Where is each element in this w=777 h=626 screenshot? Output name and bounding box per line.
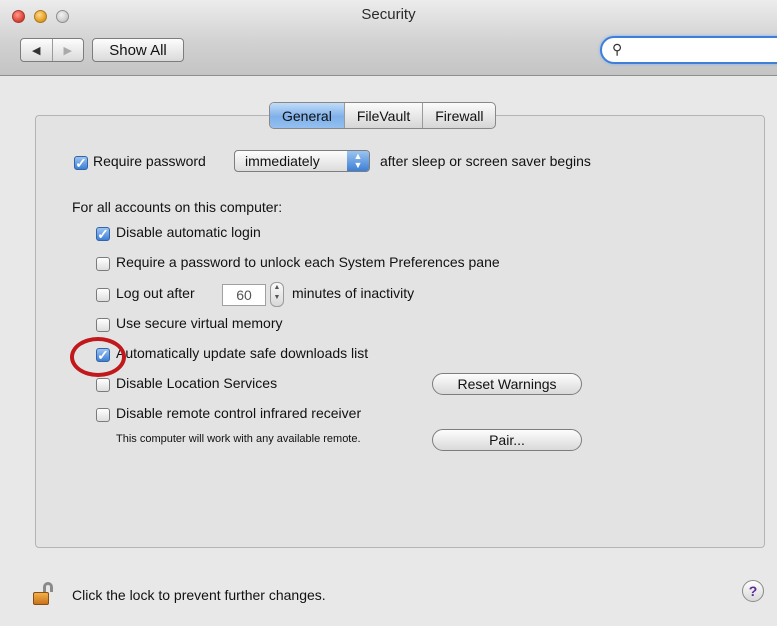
logout-minutes-stepper[interactable]: ▲ ▼ bbox=[270, 282, 284, 307]
lock-icon[interactable] bbox=[33, 582, 53, 605]
tab-general[interactable]: General bbox=[270, 103, 344, 128]
search-field[interactable]: ⚲ bbox=[600, 36, 777, 64]
disable-location-checkbox[interactable] bbox=[96, 378, 110, 392]
tab-bar: General FileVault Firewall bbox=[269, 102, 497, 129]
all-accounts-heading: For all accounts on this computer: bbox=[72, 199, 283, 215]
window-title: Security bbox=[361, 6, 416, 23]
disable-ir-checkbox[interactable] bbox=[96, 408, 110, 422]
require-pw-prefs-checkbox[interactable] bbox=[96, 257, 110, 271]
logout-after-suffix: minutes of inactivity bbox=[292, 285, 415, 301]
password-delay-value: immediately bbox=[245, 153, 320, 169]
forward-icon[interactable]: ▶ bbox=[53, 39, 84, 61]
require-pw-prefs-label: Require a password to unlock each System… bbox=[116, 254, 500, 270]
auto-update-downloads-label: Automatically update safe downloads list bbox=[116, 345, 369, 361]
logout-after-label: Log out after bbox=[116, 285, 195, 301]
search-icon: ⚲ bbox=[612, 41, 623, 57]
password-delay-popup[interactable]: immediately ▲ ▼ bbox=[234, 150, 370, 172]
highlight-ring bbox=[70, 337, 126, 377]
help-button[interactable]: ? bbox=[742, 580, 764, 602]
popup-arrows-icon: ▲ ▼ bbox=[347, 151, 369, 171]
disable-ir-label: Disable remote control infrared receiver bbox=[116, 405, 362, 421]
back-forward-control: ◀ ▶ bbox=[20, 38, 84, 62]
tab-firewall[interactable]: Firewall bbox=[422, 103, 495, 128]
require-password-suffix: after sleep or screen saver begins bbox=[380, 153, 591, 169]
disable-location-label: Disable Location Services bbox=[116, 375, 278, 391]
preferences-panel bbox=[35, 115, 765, 548]
pair-button[interactable]: Pair... bbox=[432, 429, 582, 451]
reset-warnings-button[interactable]: Reset Warnings bbox=[432, 373, 582, 395]
disable-auto-login-label: Disable automatic login bbox=[116, 224, 261, 240]
require-password-label: Require password bbox=[93, 153, 206, 169]
title-bar: Security ◀ ▶ Show All ⚲ bbox=[0, 0, 777, 76]
ir-note: This computer will work with any availab… bbox=[116, 433, 361, 445]
disable-auto-login-checkbox[interactable]: ✓ bbox=[96, 227, 110, 241]
secure-vm-checkbox[interactable] bbox=[96, 318, 110, 332]
show-all-button[interactable]: Show All bbox=[92, 38, 184, 62]
require-password-checkbox[interactable]: ✓ bbox=[74, 156, 88, 170]
logout-after-checkbox[interactable] bbox=[96, 288, 110, 302]
lock-status-text: Click the lock to prevent further change… bbox=[72, 587, 326, 603]
secure-vm-label: Use secure virtual memory bbox=[116, 315, 283, 331]
back-icon[interactable]: ◀ bbox=[21, 39, 53, 61]
tab-filevault[interactable]: FileVault bbox=[343, 103, 422, 128]
logout-minutes-field[interactable]: 60 bbox=[222, 284, 266, 306]
